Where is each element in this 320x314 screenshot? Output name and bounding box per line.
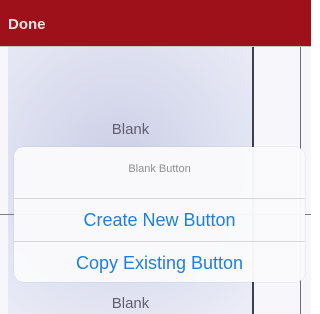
- action-sheet: Blank Button Create New Button Copy Exis…: [14, 147, 305, 282]
- tile-label-bottom: Blank: [111, 295, 150, 312]
- action-sheet-title: Blank Button: [128, 163, 191, 175]
- done-button[interactable]: Done: [8, 16, 46, 33]
- copy-existing-button-action[interactable]: Copy Existing Button: [14, 242, 305, 284]
- navigation-bar: Done: [0, 0, 311, 47]
- tile-label-top: Blank: [111, 121, 150, 138]
- create-new-button-action[interactable]: Create New Button: [14, 199, 305, 241]
